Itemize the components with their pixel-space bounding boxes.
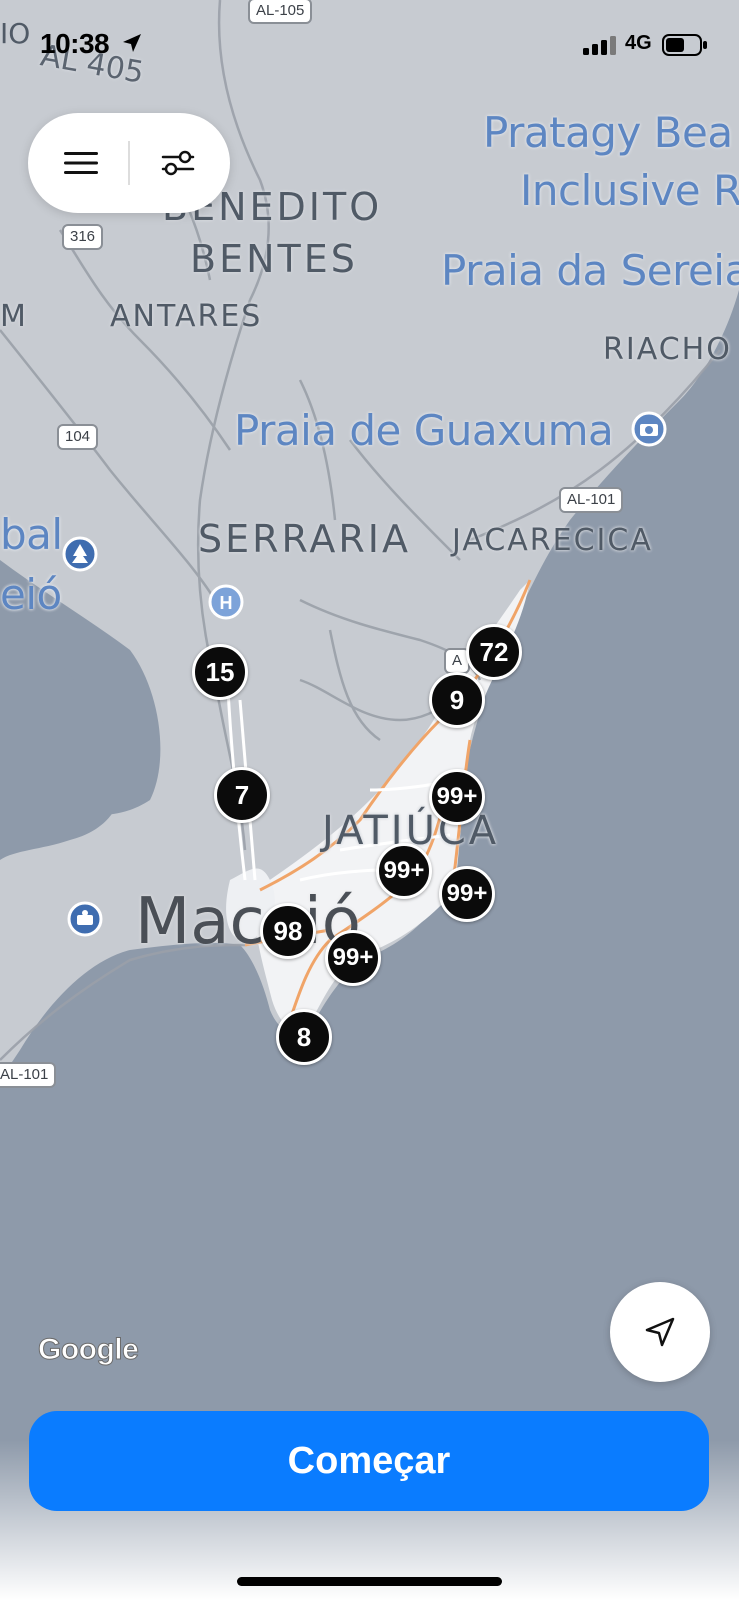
location-services-icon (123, 34, 141, 52)
cluster-marker[interactable]: 7 (214, 767, 270, 823)
home-indicator[interactable] (237, 1577, 502, 1586)
filter-sliders-icon (161, 150, 195, 176)
road-shield-316: 316 (62, 224, 104, 250)
district-riacho: RIACHO (603, 332, 732, 367)
cluster-marker[interactable]: 99+ (429, 769, 485, 825)
cluster-marker[interactable]: 15 (192, 644, 248, 700)
google-logo: Google (37, 1333, 139, 1367)
cluster-marker[interactable]: 9 (429, 672, 485, 728)
poi-pratagy-beach: Pratagy Bea (483, 108, 733, 157)
cluster-marker[interactable]: 98 (260, 903, 316, 959)
recenter-location-button[interactable] (610, 1282, 710, 1382)
status-bar: 10:38 4G (0, 0, 739, 90)
status-time: 10:38 (40, 28, 110, 59)
filter-button[interactable] (153, 138, 203, 188)
poi-inclusive-resort: Inclusive R (520, 166, 739, 215)
signal-strength-icon (583, 36, 616, 55)
start-button[interactable]: Começar (29, 1411, 709, 1511)
road-shield-al-101-north: AL-101 (559, 487, 624, 513)
network-type: 4G (625, 32, 652, 54)
cluster-marker[interactable]: 99+ (439, 866, 495, 922)
poi-praia-da-sereia: Praia da Sereia (441, 246, 739, 295)
district-jacarecica: JACARECICA (452, 523, 653, 558)
road-shield-104: 104 (57, 424, 99, 450)
cluster-marker[interactable]: 99+ (325, 930, 381, 986)
camera-pin-icon[interactable] (629, 411, 669, 451)
district-m-fragment: M (0, 299, 29, 334)
tree-pin-icon[interactable] (60, 536, 100, 576)
menu-button[interactable] (56, 138, 106, 188)
navigation-arrow-icon (645, 1317, 675, 1347)
battery-icon (662, 34, 707, 56)
poi-praia-de-guaxuma: Praia de Guaxuma (234, 406, 614, 455)
hospital-pin-icon[interactable]: H (206, 584, 246, 624)
cluster-marker[interactable]: 72 (466, 624, 522, 680)
district-serraria: SERRARIA (198, 517, 411, 561)
district-antares: ANTARES (110, 299, 263, 334)
map-controls-pill (28, 113, 230, 213)
museum-pin-icon[interactable] (65, 901, 105, 941)
svg-text:H: H (220, 593, 233, 613)
road-shield-al-101-west: AL-101 (0, 1062, 57, 1088)
poi-bal-fragment: bal (0, 510, 63, 559)
cluster-marker[interactable]: 8 (276, 1009, 332, 1065)
pill-divider (128, 141, 130, 185)
hamburger-menu-icon (64, 152, 98, 174)
cluster-marker[interactable]: 99+ (376, 843, 432, 899)
district-bentes: BENTES (190, 237, 358, 281)
poi-eio-fragment: eió (0, 570, 62, 619)
